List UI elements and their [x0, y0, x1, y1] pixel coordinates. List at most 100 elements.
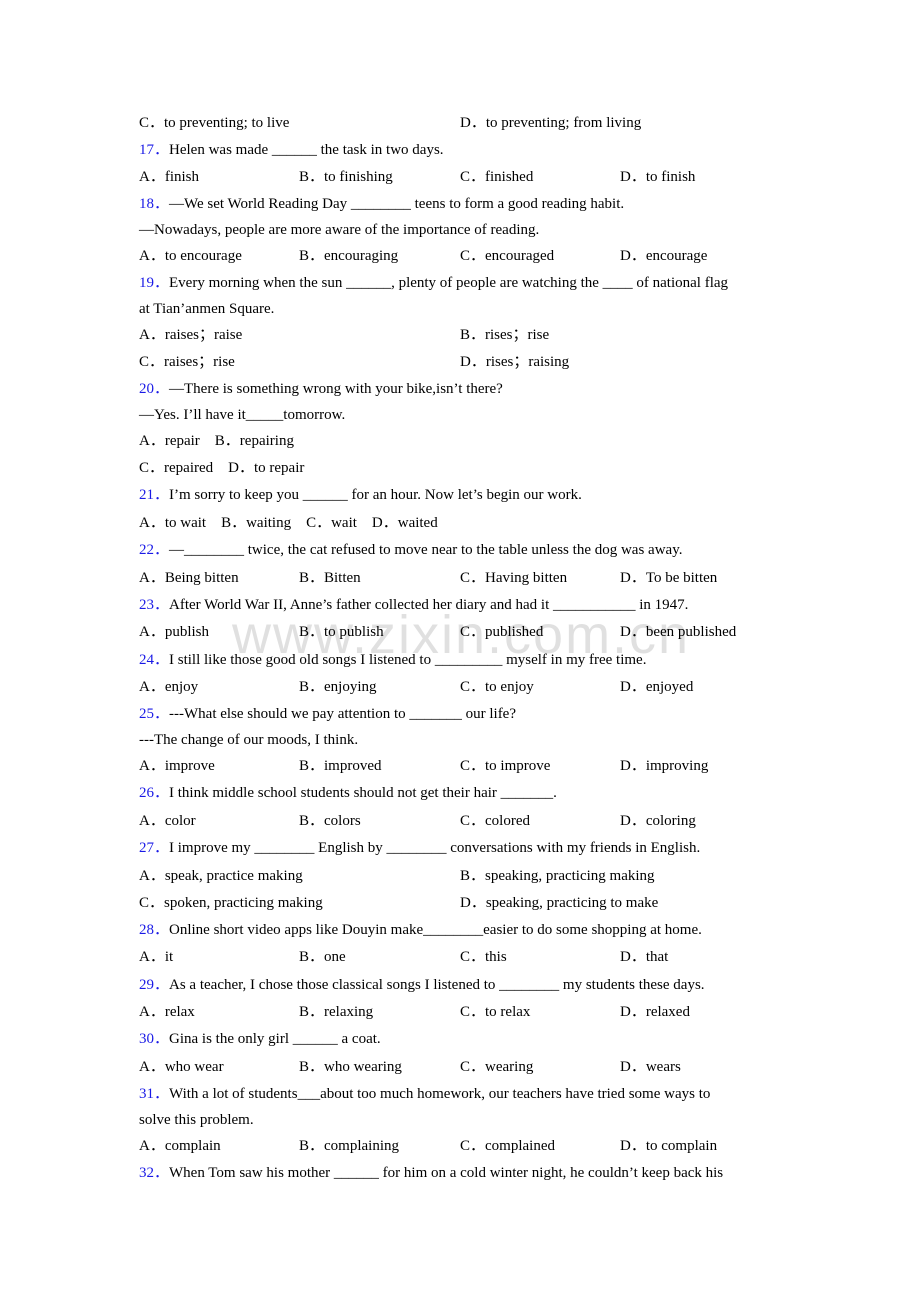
- question-number: 23．: [139, 597, 170, 613]
- question-number: 25．: [139, 706, 170, 722]
- answer-option: C．spoken, practicing making: [139, 895, 323, 911]
- answer-option: C．wearing: [460, 1059, 534, 1075]
- answer-option: B．who wearing: [299, 1059, 402, 1075]
- answer-option: C．to preventing; to live: [139, 115, 290, 131]
- answer-option: B．enjoying: [299, 679, 377, 695]
- answer-option: C．complained: [460, 1138, 555, 1154]
- question: 30．Gina is the only girl ______ a coat.: [139, 1029, 381, 1049]
- question-number: 20．: [139, 381, 170, 397]
- answer-option: A．relax: [139, 1004, 195, 1020]
- answer-option: B．encouraging: [299, 248, 399, 264]
- answer-option: A．publish: [139, 624, 210, 640]
- question-text: —There is something wrong with your bike…: [169, 381, 503, 397]
- question-text: With a lot of students___about too much …: [169, 1086, 711, 1102]
- question-text: Online short video apps like Douyin make…: [169, 922, 702, 938]
- answer-option: A．speak, practice making: [139, 868, 303, 884]
- question-text: Gina is the only girl ______ a coat.: [169, 1031, 381, 1047]
- answer-option: A．enjoy: [139, 679, 199, 695]
- question: 24．I still like those good old songs I l…: [139, 650, 646, 670]
- question-number: 30．: [139, 1031, 170, 1047]
- question: 19．Every morning when the sun ______, pl…: [139, 273, 728, 293]
- question: 21．I’m sorry to keep you ______ for an h…: [139, 485, 582, 505]
- answer-option: D．to complain: [620, 1138, 718, 1154]
- document-page: www.zixin.com.cn C．to preventing; to liv…: [0, 0, 920, 1302]
- answer-option: D．been published: [620, 624, 737, 640]
- answer-option: C．colored: [460, 813, 530, 829]
- answer-option: D．speaking, practicing to make: [460, 895, 659, 911]
- question-text: —We set World Reading Day ________ teens…: [169, 196, 625, 212]
- answer-option: B．one: [299, 949, 346, 965]
- question-text: I improve my ________ English by _______…: [169, 840, 701, 856]
- question: 26．I think middle school students should…: [139, 783, 557, 803]
- answer-option: A．it: [139, 949, 174, 965]
- text-line: at Tian’anmen Square.: [139, 301, 275, 317]
- answer-option: D．coloring: [620, 813, 696, 829]
- question-text: I think middle school students should no…: [169, 785, 557, 801]
- question: 18．—We set World Reading Day ________ te…: [139, 194, 624, 214]
- answer-option: A．raises；raise: [139, 327, 243, 343]
- answer-option: C．finished: [460, 169, 534, 185]
- text-line: solve this problem.: [139, 1112, 254, 1128]
- answer-option: D．enjoyed: [620, 679, 694, 695]
- question-text: —________ twice, the cat refused to move…: [169, 542, 683, 558]
- question: 22．—________ twice, the cat refused to m…: [139, 540, 682, 560]
- question-text: When Tom saw his mother ______ for him o…: [169, 1165, 724, 1181]
- answer-option: B．to finishing: [299, 169, 393, 185]
- answer-option: A．Being bitten: [139, 570, 239, 586]
- text-line: ---The change of our moods, I think.: [139, 732, 359, 748]
- question: 28．Online short video apps like Douyin m…: [139, 920, 702, 940]
- answer-option: B．to publish: [299, 624, 384, 640]
- answer-option: C．this: [460, 949, 507, 965]
- answer-option: D．To be bitten: [620, 570, 718, 586]
- answer-option: B．speaking, practicing making: [460, 868, 655, 884]
- text-line: A．repair B．repairing: [139, 433, 294, 449]
- question-number: 26．: [139, 785, 170, 801]
- answer-option: D．to preventing; from living: [460, 115, 642, 131]
- answer-option: C．published: [460, 624, 544, 640]
- question: 25．---What else should we pay attention …: [139, 704, 516, 724]
- question-text: Every morning when the sun ______, plent…: [169, 275, 729, 291]
- text-line: A．to wait B．waiting C．wait D．waited: [139, 515, 438, 531]
- question-number: 28．: [139, 922, 170, 938]
- answer-option: D．encourage: [620, 248, 708, 264]
- question: 20．—There is something wrong with your b…: [139, 379, 503, 399]
- answer-option: D．to finish: [620, 169, 696, 185]
- answer-option: A．to encourage: [139, 248, 242, 264]
- answer-option: A．who wear: [139, 1059, 224, 1075]
- question: 29．As a teacher, I chose those classical…: [139, 975, 705, 995]
- answer-option: C．raises；rise: [139, 354, 235, 370]
- question-text: I still like those good old songs I list…: [169, 652, 647, 668]
- question: 17．Helen was made ______ the task in two…: [139, 140, 444, 160]
- answer-option: C．to improve: [460, 758, 551, 774]
- answer-option: C．Having bitten: [460, 570, 568, 586]
- question: 32．When Tom saw his mother ______ for hi…: [139, 1163, 723, 1183]
- answer-option: B．colors: [299, 813, 361, 829]
- question-number: 19．: [139, 275, 170, 291]
- question-number: 31．: [139, 1086, 170, 1102]
- answer-option: A．complain: [139, 1138, 221, 1154]
- question-number: 22．: [139, 542, 170, 558]
- answer-option: B．complaining: [299, 1138, 399, 1154]
- text-line: —Yes. I’ll have it_____tomorrow.: [139, 407, 346, 423]
- answer-option: B．rises；rise: [460, 327, 550, 343]
- question-text: Helen was made ______ the task in two da…: [169, 142, 444, 158]
- question-number: 17．: [139, 142, 170, 158]
- question-number: 27．: [139, 840, 170, 856]
- question-number: 24．: [139, 652, 170, 668]
- text-line: C．repaired D．to repair: [139, 460, 305, 476]
- question-number: 21．: [139, 487, 170, 503]
- answer-option: B．improved: [299, 758, 382, 774]
- question-number: 29．: [139, 977, 170, 993]
- answer-option: D．rises；raising: [460, 354, 570, 370]
- answer-option: A．color: [139, 813, 196, 829]
- question: 27．I improve my ________ English by ____…: [139, 838, 700, 858]
- question-text: After World War II, Anne’s father collec…: [169, 597, 689, 613]
- answer-option: C．to enjoy: [460, 679, 534, 695]
- question-number: 32．: [139, 1165, 170, 1181]
- question-text: I’m sorry to keep you ______ for an hour…: [169, 487, 582, 503]
- answer-option: A．finish: [139, 169, 200, 185]
- answer-option: B．Bitten: [299, 570, 361, 586]
- question-text: As a teacher, I chose those classical so…: [169, 977, 705, 993]
- answer-option: D．improving: [620, 758, 709, 774]
- answer-option: C．to relax: [460, 1004, 531, 1020]
